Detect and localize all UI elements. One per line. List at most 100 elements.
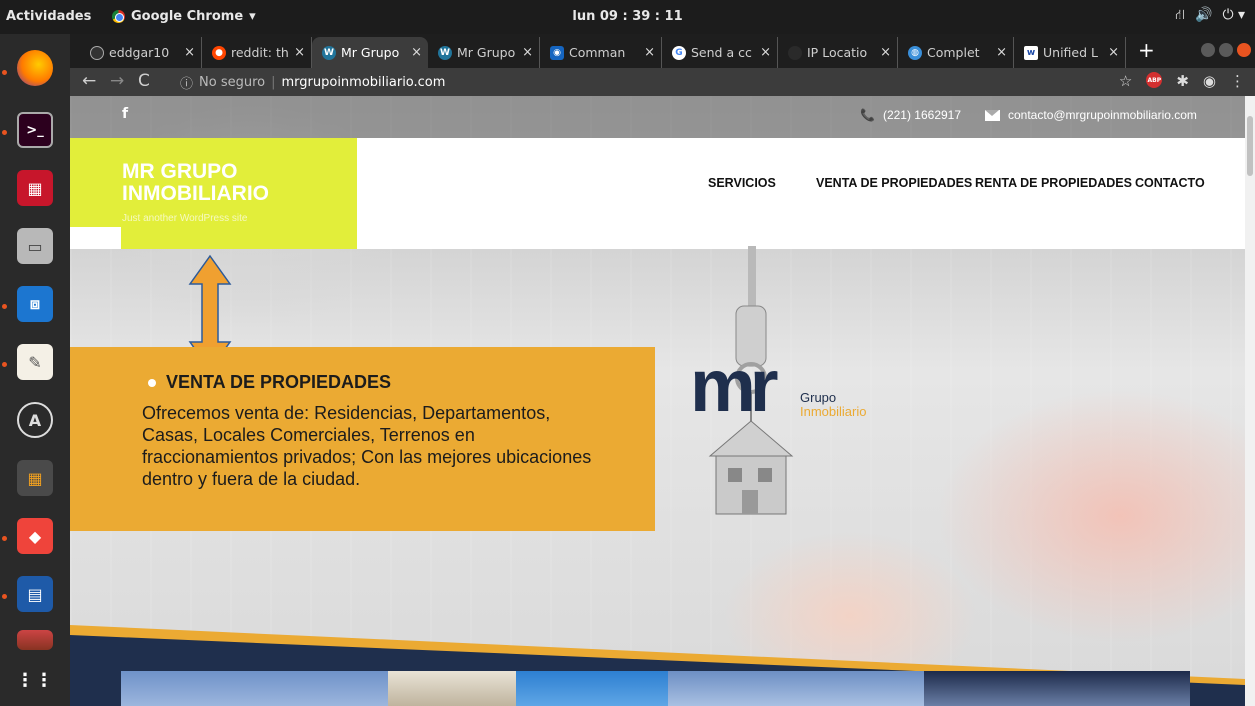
menu-venta-de-propiedades[interactable]: VENTA DE PROPIEDADES [816, 176, 972, 190]
phone-contact[interactable]: 📞 (221) 1662917 [860, 108, 961, 122]
mail-icon [985, 109, 1000, 121]
tab-label: Unified L [1043, 45, 1098, 60]
close-icon[interactable]: × [411, 45, 422, 60]
info-icon[interactable]: ⓘ [180, 73, 193, 92]
reload-icon[interactable]: C [138, 71, 150, 91]
tab-mr-grupo[interactable]: W Mr Grupo × [428, 37, 540, 68]
tab-complete[interactable]: ◍ Complet × [898, 37, 1014, 68]
app-menu[interactable]: Google Chrome ▾ [112, 9, 256, 24]
globe-icon: ◍ [908, 45, 922, 60]
tab-mr-grupo-active[interactable]: W Mr Grupo × [312, 37, 428, 68]
firefox-icon[interactable] [17, 50, 53, 86]
terminal-site-icon: ◉ [550, 45, 564, 60]
tab-label: Mr Grupo [457, 45, 516, 60]
calculator-icon[interactable]: ▦ [17, 460, 53, 496]
info-heading: VENTA DE PROPIEDADES [148, 372, 391, 393]
wordpress-w-icon: w [1024, 45, 1038, 60]
close-icon[interactable]: × [644, 45, 655, 60]
menu-servicios[interactable]: SERVICIOS [708, 176, 776, 190]
star-icon[interactable]: ☆ [1119, 72, 1132, 90]
gaming-icon[interactable] [17, 630, 53, 650]
software-updater-icon[interactable]: A [17, 402, 53, 438]
tab-label: eddgar10 [109, 45, 170, 60]
dock: >_ ▦ ▭ ⧈ ✎ A ▦ ◆ ▤ ⋮⋮ [0, 34, 70, 706]
info-body-text: Ofrecemos venta de: Residencias, Departa… [142, 403, 592, 489]
system-monitor-icon[interactable]: ▦ [17, 170, 53, 206]
app-grid-icon[interactable]: ⋮⋮ [16, 662, 53, 698]
running-indicator [2, 304, 7, 309]
brand-line-grupo: Grupo [800, 390, 837, 405]
text-editor-icon[interactable]: ✎ [17, 344, 53, 380]
mr-brand-logo: mr Grupo Inmobiliario [690, 346, 880, 444]
new-tab-button[interactable]: + [1138, 38, 1155, 62]
email-contact[interactable]: contacto@mrgrupoinmobiliario.com [985, 108, 1197, 122]
network-icon[interactable]: ⛙ [1175, 7, 1185, 25]
volume-icon[interactable]: 🔊 [1195, 7, 1212, 25]
facebook-icon[interactable]: f [122, 106, 128, 122]
tab-label: Mr Grupo [341, 45, 400, 60]
close-icon[interactable]: × [996, 45, 1007, 60]
site-tagline: Just another WordPress site [122, 213, 248, 224]
close-icon[interactable]: × [1108, 45, 1119, 60]
close-window-button[interactable] [1237, 43, 1251, 57]
adblock-icon[interactable]: ABP [1146, 72, 1163, 88]
libreoffice-writer-icon[interactable]: ▤ [17, 576, 53, 612]
power-icon[interactable]: ⏻ ▾ [1222, 7, 1245, 25]
separator: | [271, 74, 276, 90]
site-logo-title[interactable]: MR GRUPO INMOBILIARIO [122, 161, 352, 205]
property-thumbnail-1[interactable] [121, 671, 388, 706]
running-indicator [2, 362, 7, 367]
close-icon[interactable]: × [184, 45, 195, 60]
back-icon[interactable]: ← [82, 71, 96, 91]
toolbar-actions: ☆ ABP ✱ ◉ ⋮ [1119, 72, 1245, 90]
tab-send-a-cc[interactable]: G Send a cc × [662, 37, 778, 68]
terminal-icon[interactable]: >_ [17, 112, 53, 148]
close-icon[interactable]: × [522, 45, 533, 60]
logo-notch [70, 227, 121, 249]
menu-renta-de-propiedades[interactable]: RENTA DE PROPIEDADES [975, 176, 1132, 190]
property-thumbnail-2[interactable] [388, 671, 516, 706]
tab-strip: eddgar10 × ● reddit: th × W Mr Grupo × W… [70, 34, 1255, 68]
tab-unified[interactable]: w Unified L × [1014, 37, 1126, 68]
running-indicator [2, 70, 7, 75]
system-tray[interactable]: ⛙ 🔊 ⏻ ▾ [1175, 7, 1245, 25]
running-indicator [2, 536, 7, 541]
archive-icon[interactable]: ▭ [17, 228, 53, 264]
brand-mark: mr [690, 344, 779, 427]
chrome-icon [112, 10, 125, 23]
close-icon[interactable]: × [880, 45, 891, 60]
scrollbar-thumb[interactable] [1247, 116, 1253, 176]
brand-line-inmobiliario: Inmobiliario [800, 404, 867, 419]
property-thumbnail-3[interactable] [516, 671, 668, 706]
chevron-down-icon: ▾ [249, 9, 256, 24]
forward-icon[interactable]: → [110, 71, 124, 91]
tab-command[interactable]: ◉ Comman × [540, 37, 662, 68]
virtualbox-icon[interactable]: ⧈ [17, 286, 53, 322]
maximize-button[interactable] [1219, 43, 1233, 57]
app-name: Google Chrome [131, 9, 244, 24]
address-bar[interactable]: ⓘ No seguro | mrgrupoinmobiliario.com [180, 70, 1140, 94]
extensions-icon[interactable]: ✱ [1176, 72, 1189, 90]
running-indicator [2, 130, 7, 135]
security-label: No seguro [199, 74, 266, 90]
menu-icon[interactable]: ⋮ [1230, 72, 1245, 90]
menu-contacto[interactable]: CONTACTO [1135, 176, 1205, 190]
property-thumbnail-4[interactable] [668, 671, 924, 706]
anydesk-icon[interactable]: ◆ [17, 518, 53, 554]
page-viewport: f 📞 (221) 1662917 contacto@mrgrupoinmobi… [70, 96, 1245, 706]
close-icon[interactable]: × [294, 45, 305, 60]
tab-label: reddit: th [231, 45, 289, 60]
close-icon[interactable]: × [760, 45, 771, 60]
tab-ip-location[interactable]: IP Locatio × [778, 37, 898, 68]
minimize-button[interactable] [1201, 43, 1215, 57]
tab-reddit[interactable]: ● reddit: th × [202, 37, 312, 68]
activities-button[interactable]: Actividades [6, 9, 91, 24]
phone-icon: 📞 [860, 108, 875, 122]
clock[interactable]: lun 09 : 39 : 11 [572, 9, 682, 24]
page-scrollbar[interactable] [1245, 96, 1255, 706]
tab-github[interactable]: eddgar10 × [80, 37, 202, 68]
tab-label: IP Locatio [807, 45, 868, 60]
property-thumbnail-5[interactable] [924, 671, 1190, 706]
profile-icon[interactable]: ◉ [1203, 72, 1216, 90]
github-icon [90, 45, 104, 60]
